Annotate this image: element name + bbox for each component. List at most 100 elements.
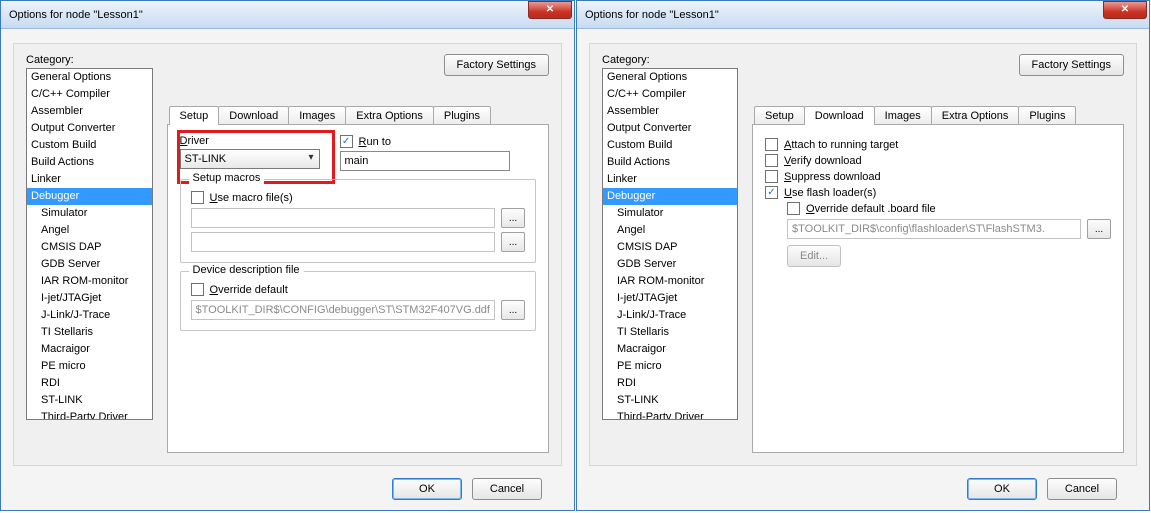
category-item[interactable]: General Options [27, 69, 152, 86]
category-item[interactable]: IAR ROM-monitor [603, 273, 737, 290]
verify-checkbox[interactable] [765, 154, 778, 167]
tab-setup[interactable]: Setup [754, 106, 805, 125]
ok-button[interactable]: OK [967, 478, 1037, 500]
cancel-button[interactable]: Cancel [1047, 478, 1117, 500]
category-item[interactable]: Simulator [27, 205, 152, 222]
category-label: Category: [602, 54, 738, 66]
browse-ddf[interactable]: ... [501, 300, 525, 320]
options-dialog-right: Options for node "Lesson1" ✕ Category: G… [576, 0, 1150, 511]
category-item[interactable]: I-jet/JTAGjet [27, 290, 152, 307]
ddf-path: $TOOLKIT_DIR$\CONFIG\debugger\ST\STM32F4… [191, 300, 495, 320]
window-title: Options for node "Lesson1" [9, 9, 143, 21]
titlebar[interactable]: Options for node "Lesson1" ✕ [577, 1, 1149, 29]
override-default-label: Override default [210, 284, 288, 296]
category-item[interactable]: I-jet/JTAGjet [603, 290, 737, 307]
flash-checkbox[interactable] [765, 186, 778, 199]
use-macro-label: Use macro file(s) [210, 192, 293, 204]
category-item[interactable]: C/C++ Compiler [603, 86, 737, 103]
override-board-checkbox[interactable] [787, 202, 800, 215]
attach-label: Attach to running target [784, 139, 898, 151]
category-item[interactable]: Custom Build [603, 137, 737, 154]
suppress-label: Suppress download [784, 171, 881, 183]
category-item[interactable]: J-Link/J-Trace [27, 307, 152, 324]
cancel-button[interactable]: Cancel [472, 478, 542, 500]
category-item[interactable]: RDI [603, 375, 737, 392]
category-item[interactable]: Assembler [27, 103, 152, 120]
driver-select[interactable]: ST-LINK [180, 149, 320, 169]
category-item[interactable]: C/C++ Compiler [27, 86, 152, 103]
use-macro-checkbox[interactable] [191, 191, 204, 204]
category-item[interactable]: GDB Server [603, 256, 737, 273]
category-item[interactable]: ST-LINK [27, 392, 152, 409]
category-item[interactable]: Third-Party Driver [27, 409, 152, 420]
tab-download[interactable]: Download [218, 106, 289, 125]
category-item[interactable]: Assembler [603, 103, 737, 120]
board-path: $TOOLKIT_DIR$\config\flashloader\ST\Flas… [787, 219, 1081, 239]
category-list[interactable]: General OptionsC/C++ CompilerAssemblerOu… [602, 68, 738, 420]
browse-macro-1[interactable]: ... [501, 208, 525, 228]
category-item[interactable]: ST-LINK [603, 392, 737, 409]
category-item[interactable]: PE micro [27, 358, 152, 375]
attach-checkbox[interactable] [765, 138, 778, 151]
category-item[interactable]: GDB Server [27, 256, 152, 273]
category-item[interactable]: Linker [603, 171, 737, 188]
category-item[interactable]: IAR ROM-monitor [27, 273, 152, 290]
suppress-checkbox[interactable] [765, 170, 778, 183]
tab-download[interactable]: Download [804, 106, 875, 125]
category-item[interactable]: Build Actions [27, 154, 152, 171]
verify-label: Verify download [784, 155, 862, 167]
category-item[interactable]: RDI [27, 375, 152, 392]
category-item[interactable]: Angel [27, 222, 152, 239]
category-item[interactable]: Debugger [27, 188, 152, 205]
edit-button[interactable]: Edit... [787, 245, 841, 267]
category-item[interactable]: Linker [27, 171, 152, 188]
category-item[interactable]: Output Converter [603, 120, 737, 137]
tab-images[interactable]: Images [288, 106, 346, 125]
factory-settings-button[interactable]: Factory Settings [1019, 54, 1124, 76]
category-item[interactable]: Debugger [603, 188, 737, 205]
category-item[interactable]: CMSIS DAP [27, 239, 152, 256]
category-item[interactable]: TI Stellaris [603, 324, 737, 341]
tab-plugins[interactable]: Plugins [1018, 106, 1076, 125]
setup-macros-legend: Setup macros [189, 172, 265, 184]
category-list[interactable]: General OptionsC/C++ CompilerAssemblerOu… [26, 68, 153, 420]
tab-strip: SetupDownloadImagesExtra OptionsPlugins [167, 106, 549, 125]
macro-file-1 [191, 208, 495, 228]
runto-input[interactable]: main [340, 151, 510, 171]
tab-panel-download: Attach to running target Verify download… [752, 124, 1124, 453]
category-item[interactable]: Output Converter [27, 120, 152, 137]
tab-strip: SetupDownloadImagesExtra OptionsPlugins [752, 106, 1124, 125]
factory-settings-button[interactable]: Factory Settings [444, 54, 549, 76]
browse-macro-2[interactable]: ... [501, 232, 525, 252]
category-item[interactable]: General Options [603, 69, 737, 86]
close-button[interactable]: ✕ [528, 1, 572, 19]
tab-setup[interactable]: Setup [169, 106, 220, 125]
category-item[interactable]: Macraigor [27, 341, 152, 358]
tab-images[interactable]: Images [874, 106, 932, 125]
close-button[interactable]: ✕ [1103, 1, 1147, 19]
override-default-checkbox[interactable] [191, 283, 204, 296]
window-title: Options for node "Lesson1" [585, 9, 719, 21]
category-item[interactable]: Custom Build [27, 137, 152, 154]
flash-label: Use flash loader(s) [784, 187, 876, 199]
tab-extra-options[interactable]: Extra Options [345, 106, 434, 125]
ok-button[interactable]: OK [392, 478, 462, 500]
category-item[interactable]: J-Link/J-Trace [603, 307, 737, 324]
override-board-label: Override default .board file [806, 203, 936, 215]
category-item[interactable]: Build Actions [603, 154, 737, 171]
titlebar[interactable]: Options for node "Lesson1" ✕ [1, 1, 574, 29]
category-item[interactable]: Simulator [603, 205, 737, 222]
driver-label: Driver [180, 135, 330, 147]
category-item[interactable]: Macraigor [603, 341, 737, 358]
category-item[interactable]: PE micro [603, 358, 737, 375]
tab-plugins[interactable]: Plugins [433, 106, 491, 125]
device-desc-legend: Device description file [189, 264, 304, 276]
category-item[interactable]: TI Stellaris [27, 324, 152, 341]
category-item[interactable]: Third-Party Driver [603, 409, 737, 420]
runto-checkbox[interactable] [340, 135, 353, 148]
tab-extra-options[interactable]: Extra Options [931, 106, 1020, 125]
driver-value: ST-LINK [185, 153, 227, 165]
browse-board[interactable]: ... [1087, 219, 1111, 239]
category-item[interactable]: CMSIS DAP [603, 239, 737, 256]
category-item[interactable]: Angel [603, 222, 737, 239]
